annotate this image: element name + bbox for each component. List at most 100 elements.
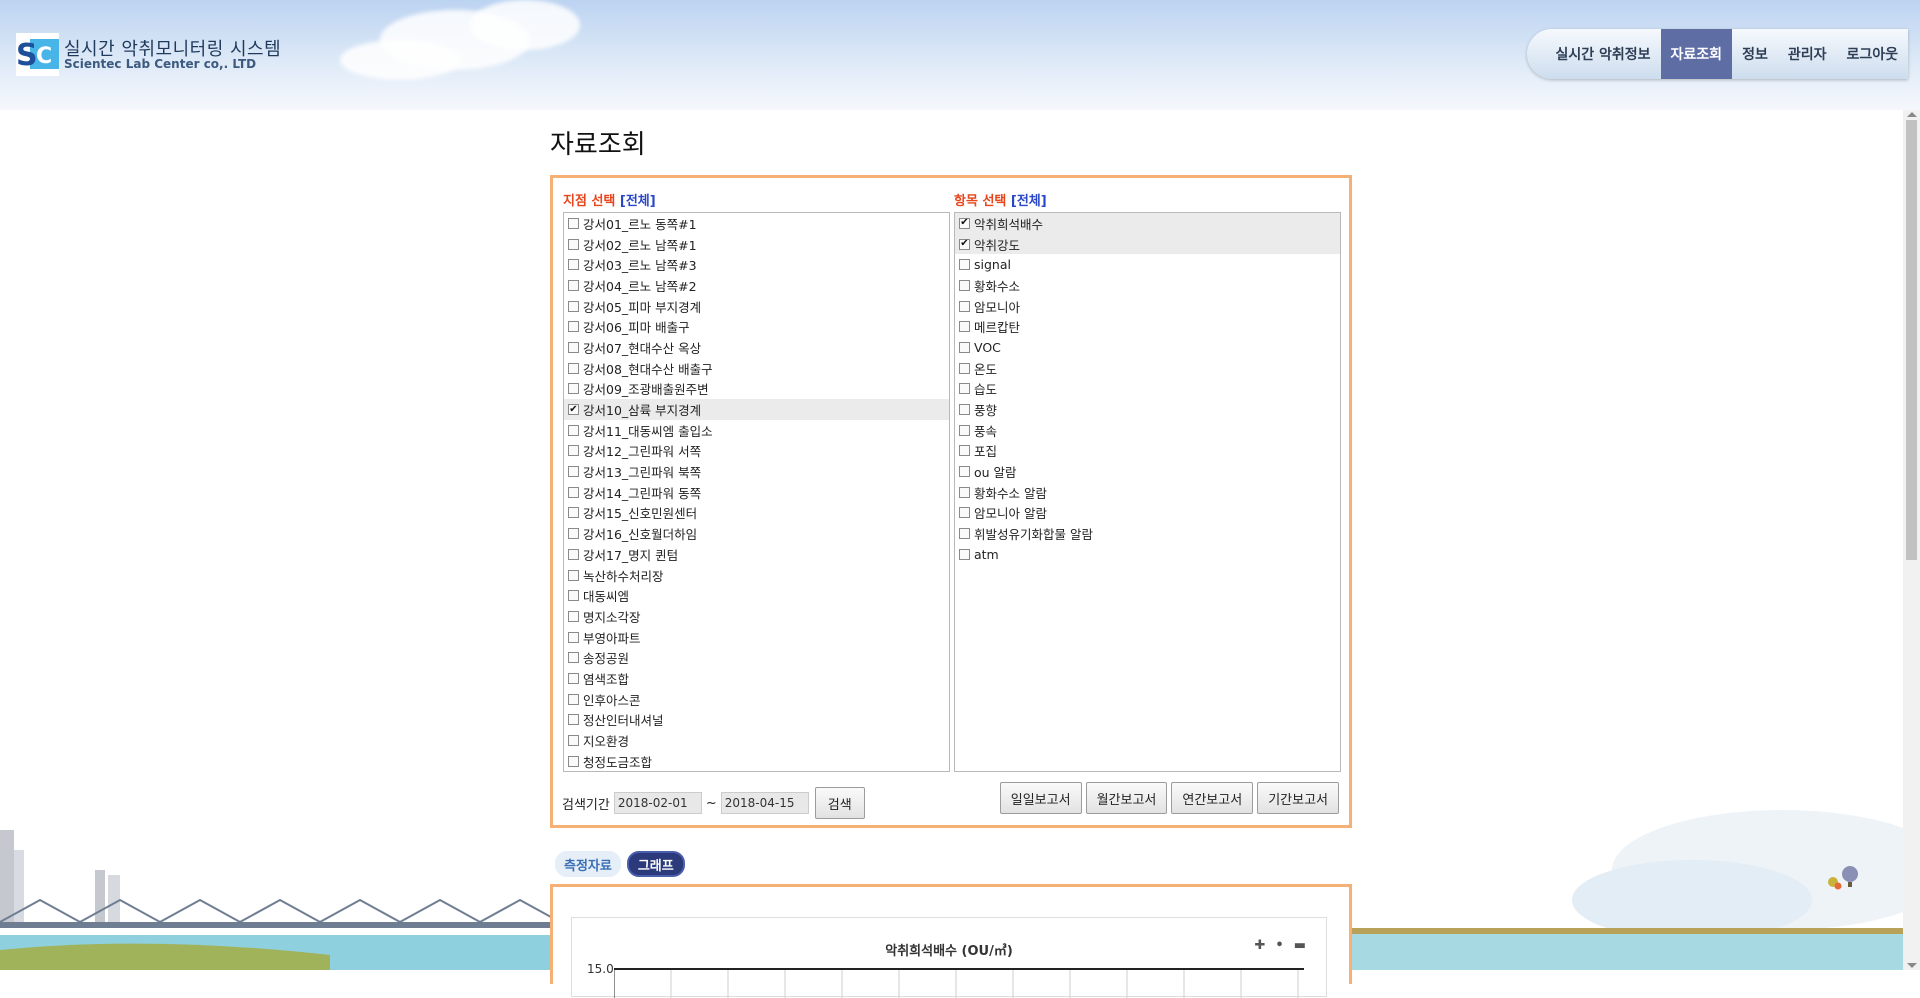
checkbox-icon[interactable]: [568, 341, 579, 353]
checkbox-icon[interactable]: [959, 279, 970, 291]
page-scrollbar[interactable]: [1903, 110, 1920, 970]
checkbox-icon[interactable]: [568, 300, 579, 312]
item-list-item[interactable]: ou 알람: [955, 461, 1340, 482]
site-list-item[interactable]: 강서01_르노 동쪽#1: [564, 213, 949, 234]
site-select-all-link[interactable]: [전체]: [620, 194, 656, 209]
checkbox-icon[interactable]: [568, 528, 579, 540]
checkbox-icon[interactable]: [959, 507, 970, 519]
checkbox-icon[interactable]: [568, 735, 579, 747]
item-list-item[interactable]: 습도: [955, 379, 1340, 400]
checkbox-icon[interactable]: [568, 652, 579, 664]
checkbox-icon[interactable]: [959, 548, 970, 560]
site-listbox[interactable]: 강서01_르노 동쪽#1 강서02_르노 남쪽#1 강서03_르노 남쪽#3 강서04…: [563, 212, 950, 772]
checkbox-icon[interactable]: [568, 693, 579, 705]
checkbox-checked-icon[interactable]: ✔: [959, 217, 970, 229]
checkbox-icon[interactable]: [568, 569, 579, 581]
checkbox-icon[interactable]: [959, 321, 970, 333]
nav-item-realtime[interactable]: 실시간 악취정보: [1545, 29, 1660, 79]
nav-item-logout[interactable]: 로그아웃: [1836, 29, 1908, 79]
item-list-item[interactable]: 암모니아: [955, 296, 1340, 317]
item-list-item[interactable]: VOC: [955, 337, 1340, 358]
end-date-input[interactable]: [720, 792, 809, 814]
checkbox-icon[interactable]: [959, 404, 970, 416]
period-report-button[interactable]: 기간보고서: [1257, 782, 1339, 814]
checkbox-icon[interactable]: [568, 279, 579, 291]
site-list-item[interactable]: 부영아파트: [564, 627, 949, 648]
item-list-item[interactable]: ✔ 악취강도: [955, 233, 1340, 255]
checkbox-icon[interactable]: [959, 341, 970, 353]
site-list-item[interactable]: 강서13_그린파워 북쪽: [564, 461, 949, 482]
checkbox-icon[interactable]: [959, 466, 970, 478]
site-list-item[interactable]: 강서08_현대수산 배출구: [564, 358, 949, 379]
checkbox-icon[interactable]: [568, 238, 579, 250]
checkbox-icon[interactable]: [568, 424, 579, 436]
checkbox-icon[interactable]: [568, 755, 579, 767]
checkbox-icon[interactable]: [568, 362, 579, 374]
search-button[interactable]: 검색: [814, 787, 865, 819]
start-date-input[interactable]: [613, 792, 702, 814]
site-list-item[interactable]: 염색조합: [564, 668, 949, 689]
checkbox-icon[interactable]: [568, 548, 579, 560]
item-list-item[interactable]: 메르캅탄: [955, 316, 1340, 337]
yearly-report-button[interactable]: 연간보고서: [1171, 782, 1254, 814]
checkbox-icon[interactable]: [568, 321, 579, 333]
site-list-item[interactable]: 강서11_대동씨엠 출입소: [564, 420, 949, 441]
item-list-item[interactable]: 황화수소 알람: [955, 482, 1340, 503]
item-list-item[interactable]: 온도: [955, 358, 1340, 379]
checkbox-icon[interactable]: [568, 486, 579, 498]
site-list-item[interactable]: 강서17_명지 퀸텀: [564, 544, 949, 565]
checkbox-icon[interactable]: [568, 507, 579, 519]
item-select-all-link[interactable]: [전체]: [1011, 194, 1047, 209]
checkbox-icon[interactable]: [959, 528, 970, 540]
scrollbar-thumb[interactable]: [1906, 120, 1917, 560]
site-list-item[interactable]: 청정도금조합: [564, 751, 949, 771]
checkbox-checked-icon[interactable]: ✔: [568, 404, 579, 416]
item-list-item[interactable]: 휘발성유기화합물 알람: [955, 523, 1340, 544]
checkbox-icon[interactable]: [568, 217, 579, 229]
daily-report-button[interactable]: 일일보고서: [999, 782, 1082, 814]
site-list-item[interactable]: ✔ 강서10_삼륙 부지경계: [564, 399, 949, 420]
checkbox-icon[interactable]: [959, 424, 970, 436]
item-list-item[interactable]: 포집: [955, 441, 1340, 462]
site-list-item[interactable]: 강서02_르노 남쪽#1: [564, 234, 949, 255]
site-list-item[interactable]: 정산인터내셔널: [564, 710, 949, 731]
checkbox-icon[interactable]: [959, 383, 970, 395]
site-list-item[interactable]: 강서15_신호민원센터: [564, 503, 949, 524]
checkbox-icon[interactable]: [959, 486, 970, 498]
monthly-report-button[interactable]: 월간보고서: [1085, 782, 1168, 814]
tab-graph[interactable]: 그래프: [626, 851, 685, 877]
tab-measurement-data[interactable]: 측정자료: [555, 851, 621, 877]
scroll-down-arrow-icon[interactable]: [1907, 963, 1917, 968]
site-list-item[interactable]: 지오환경: [564, 730, 949, 751]
site-list-item[interactable]: 강서07_현대수산 옥상: [564, 337, 949, 358]
item-listbox[interactable]: ✔ 악취희석배수 ✔ 악취강도 signal 황화수소 암모니아 메르캅탄 VOC 온도 습도 풍향 풍…: [954, 212, 1341, 772]
checkbox-icon[interactable]: [959, 300, 970, 312]
checkbox-icon[interactable]: [959, 445, 970, 457]
item-list-item[interactable]: 풍향: [955, 399, 1340, 420]
item-list-item[interactable]: signal: [955, 254, 1340, 275]
site-list-item[interactable]: 강서14_그린파워 동쪽: [564, 482, 949, 503]
site-list-item[interactable]: 녹산하수처리장: [564, 565, 949, 586]
item-list-item[interactable]: 암모니아 알람: [955, 503, 1340, 524]
checkbox-icon[interactable]: [568, 610, 579, 622]
zoom-in-icon[interactable]: ✚: [1254, 938, 1265, 953]
site-list-item[interactable]: 강서06_피마 배출구: [564, 316, 949, 337]
site-list-item[interactable]: 강서04_르노 남쪽#2: [564, 275, 949, 296]
site-list-item[interactable]: 강서12_그린파워 서쪽: [564, 441, 949, 462]
item-list-item[interactable]: 황화수소: [955, 275, 1340, 296]
site-list-item[interactable]: 명지소각장: [564, 606, 949, 627]
scroll-up-arrow-icon[interactable]: [1907, 112, 1917, 117]
site-list-item[interactable]: 강서03_르노 남쪽#3: [564, 254, 949, 275]
checkbox-icon[interactable]: [568, 259, 579, 271]
checkbox-icon[interactable]: [568, 714, 579, 726]
nav-item-info[interactable]: 정보: [1732, 29, 1778, 79]
checkbox-icon[interactable]: [568, 383, 579, 395]
site-list-item[interactable]: 강서05_피마 부지경계: [564, 296, 949, 317]
site-list-item[interactable]: 송정공원: [564, 647, 949, 668]
checkbox-icon[interactable]: [959, 362, 970, 374]
checkbox-icon[interactable]: [568, 590, 579, 602]
item-list-item[interactable]: ✔ 악취희석배수: [955, 213, 1340, 234]
zoom-out-icon[interactable]: ▬: [1294, 938, 1306, 953]
logo-icon[interactable]: S C: [16, 33, 59, 76]
site-list-item[interactable]: 인후아스콘: [564, 689, 949, 710]
